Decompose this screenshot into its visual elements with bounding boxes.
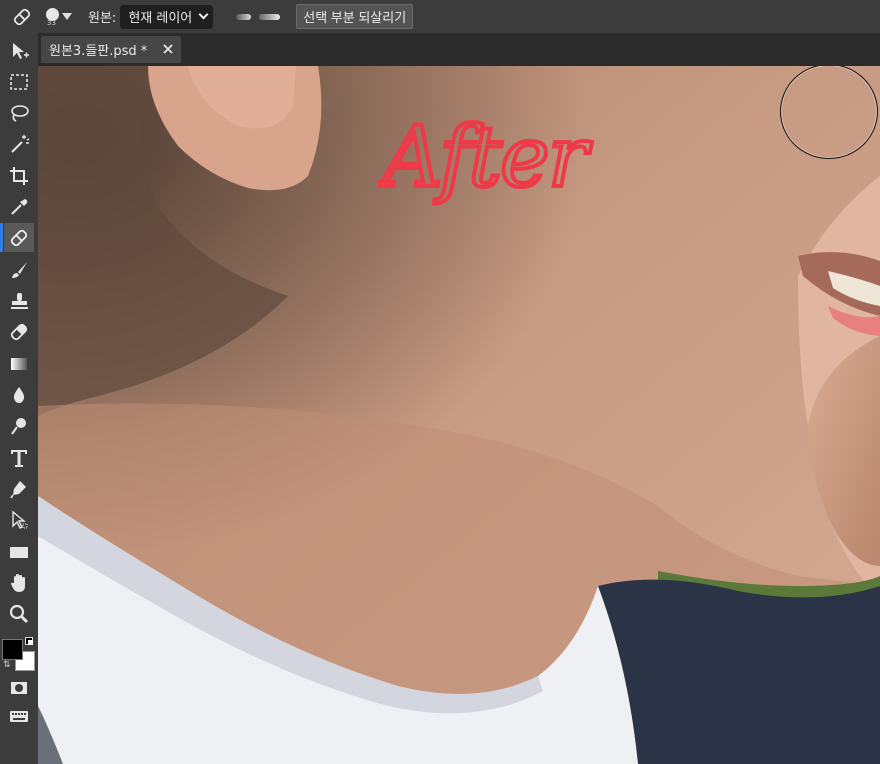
soft-stroke-icon[interactable] [236, 13, 252, 20]
direct-select-icon [12, 510, 28, 529]
dodge-tool[interactable] [4, 411, 34, 440]
tools-panel: ⇅ [0, 33, 38, 764]
source-label: 원본: [88, 11, 117, 26]
magic-wand-tool[interactable] [4, 129, 34, 158]
clone-stamp-icon [11, 292, 28, 309]
lasso-tool[interactable] [4, 98, 34, 127]
crop-tool[interactable] [4, 161, 34, 190]
source-select[interactable]: 현재 레이어 [120, 4, 214, 29]
text-tool[interactable] [4, 443, 34, 472]
blur-icon [13, 386, 25, 403]
keyboard-button[interactable] [4, 701, 34, 730]
stroke-options [236, 13, 281, 20]
brush-tool[interactable] [4, 255, 34, 284]
chevron-down-icon [198, 9, 209, 20]
after-annotation-text: After [378, 108, 593, 206]
foreground-color-swatch[interactable] [2, 639, 23, 660]
options-bar: 33 원본: 현재 레이어 선택 부분 되살리기 [0, 0, 880, 33]
close-icon[interactable] [161, 42, 175, 56]
default-colors-icon[interactable] [25, 637, 33, 645]
healing-brush-icon[interactable] [11, 6, 33, 28]
quick-mask-button[interactable] [4, 673, 34, 702]
crop-icon [10, 166, 28, 185]
brush-size-value: 33 [47, 19, 56, 27]
eyedropper-icon [11, 198, 28, 215]
color-swatches: ⇅ [2, 637, 38, 673]
restore-selection-button[interactable]: 선택 부분 되살리기 [296, 4, 414, 29]
document-tabs: 원본3.들판.psd * [38, 33, 880, 66]
eyedropper-tool[interactable] [4, 192, 34, 221]
move-icon [13, 42, 29, 59]
caret-down-icon [62, 13, 72, 20]
swap-colors-icon[interactable]: ⇅ [3, 660, 11, 670]
direct-select-tool[interactable] [4, 505, 34, 534]
source-select-value: 현재 레이어 [128, 11, 193, 26]
document-canvas[interactable]: After [38, 66, 880, 764]
after-annotation: After [378, 106, 597, 208]
gradient-tool[interactable] [4, 349, 34, 378]
keyboard-icon [10, 710, 28, 722]
pen-tool[interactable] [4, 474, 34, 503]
text-icon [11, 449, 27, 467]
rectangle-tool[interactable] [4, 537, 34, 566]
pen-icon [10, 480, 26, 498]
dodge-icon [11, 417, 26, 435]
brush-cursor [780, 66, 878, 159]
move-tool[interactable] [4, 36, 34, 65]
lasso-icon [11, 104, 29, 122]
gradient-icon [11, 357, 27, 370]
rectangle-icon [10, 546, 28, 558]
tab-label: 원본3.들판.psd * [49, 44, 148, 59]
marquee-tool[interactable] [4, 67, 34, 96]
healing-brush-icon [10, 229, 28, 246]
blur-tool[interactable] [4, 380, 34, 409]
zoom-icon [9, 604, 29, 623]
magic-wand-icon [11, 134, 30, 153]
hand-tool[interactable] [4, 568, 34, 597]
hard-stroke-icon[interactable] [259, 13, 281, 20]
brush-icon [12, 261, 27, 278]
clone-stamp-tool[interactable] [4, 286, 34, 315]
healing-brush-tool[interactable] [0, 223, 34, 252]
eraser-tool[interactable] [4, 317, 34, 346]
brush-preset-picker[interactable]: 33 [46, 0, 72, 33]
tab-document[interactable]: 원본3.들판.psd * [41, 36, 181, 63]
marquee-icon [10, 73, 28, 90]
hand-icon [11, 573, 25, 592]
quick-mask-icon [11, 681, 27, 694]
eraser-icon [10, 323, 28, 340]
zoom-tool[interactable] [4, 599, 34, 628]
